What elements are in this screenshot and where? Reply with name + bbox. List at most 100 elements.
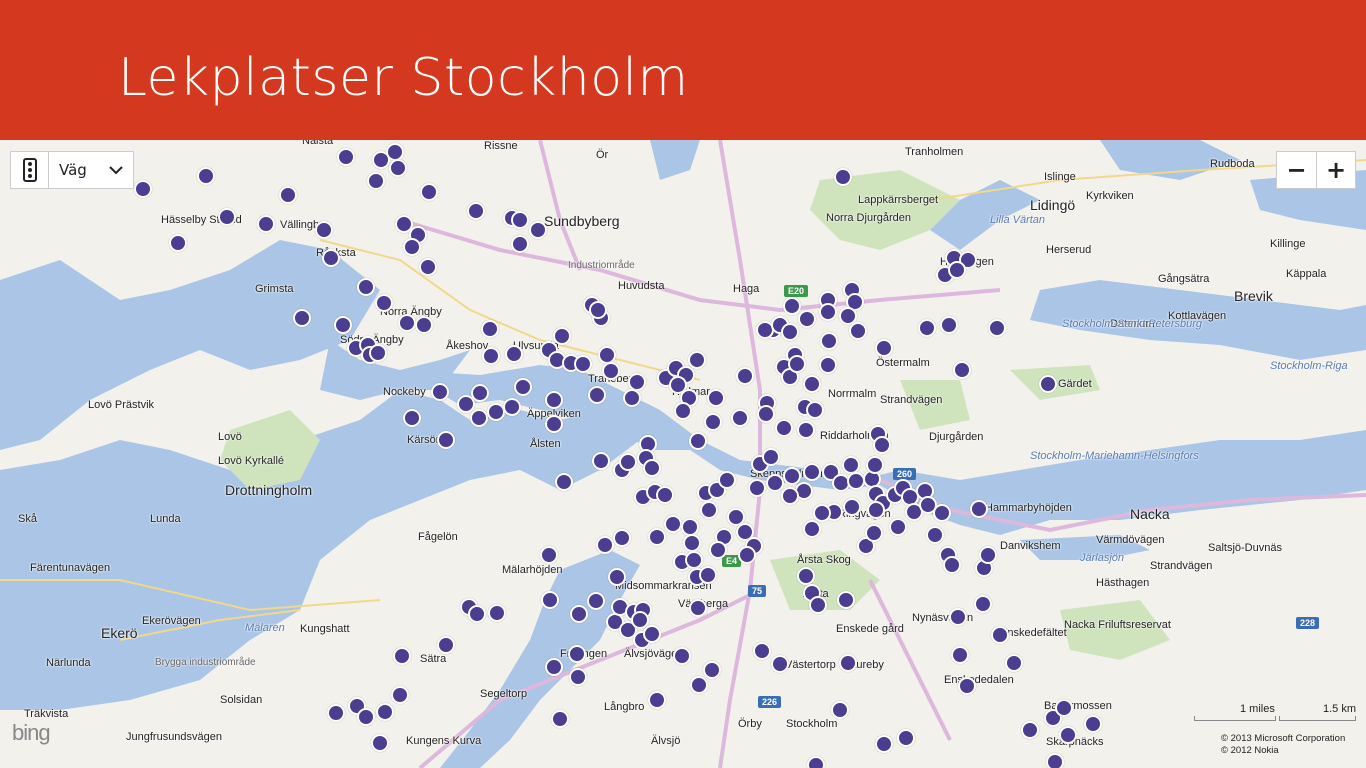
playground-marker[interactable] [551, 710, 569, 728]
playground-marker[interactable] [293, 309, 311, 327]
playground-marker[interactable] [948, 261, 966, 279]
playground-marker[interactable] [369, 344, 387, 362]
playground-marker[interactable] [834, 168, 852, 186]
playground-marker[interactable] [619, 453, 637, 471]
playground-marker[interactable] [415, 316, 433, 334]
playground-marker[interactable] [1059, 726, 1077, 744]
playground-marker[interactable] [420, 183, 438, 201]
playground-marker[interactable] [783, 467, 801, 485]
zoom-out-button[interactable]: − [1277, 152, 1316, 188]
playground-marker[interactable] [813, 504, 831, 522]
playground-marker[interactable] [831, 701, 849, 719]
playground-marker[interactable] [398, 314, 416, 332]
playground-marker[interactable] [393, 647, 411, 665]
playground-marker[interactable] [592, 452, 610, 470]
playground-marker[interactable] [589, 301, 607, 319]
playground-marker[interactable] [1046, 753, 1064, 768]
playground-marker[interactable] [837, 591, 855, 609]
playground-marker[interactable] [656, 486, 674, 504]
playground-marker[interactable] [643, 459, 661, 477]
playground-marker[interactable] [197, 167, 215, 185]
playground-marker[interactable] [357, 708, 375, 726]
playground-marker[interactable] [482, 347, 500, 365]
playground-marker[interactable] [431, 383, 449, 401]
playground-marker[interactable] [970, 500, 988, 518]
playground-marker[interactable] [707, 389, 725, 407]
playground-marker[interactable] [683, 534, 701, 552]
playground-marker[interactable] [703, 661, 721, 679]
playground-marker[interactable] [979, 546, 997, 564]
playground-marker[interactable] [574, 355, 592, 373]
playground-marker[interactable] [570, 605, 588, 623]
playground-marker[interactable] [688, 351, 706, 369]
playground-marker[interactable] [731, 409, 749, 427]
playground-marker[interactable] [788, 355, 806, 373]
playground-marker[interactable] [437, 431, 455, 449]
playground-marker[interactable] [643, 625, 661, 643]
playground-marker[interactable] [257, 215, 275, 233]
playground-marker[interactable] [766, 474, 784, 492]
playground-marker[interactable] [803, 375, 821, 393]
playground-marker[interactable] [709, 541, 727, 559]
playground-marker[interactable] [797, 567, 815, 585]
playground-marker[interactable] [674, 402, 692, 420]
playground-marker[interactable] [419, 258, 437, 276]
playground-marker[interactable] [748, 479, 766, 497]
playground-marker[interactable] [803, 463, 821, 481]
playground-marker[interactable] [820, 332, 838, 350]
playground-marker[interactable] [505, 345, 523, 363]
playground-marker[interactable] [875, 735, 893, 753]
playground-marker[interactable] [315, 221, 333, 239]
map[interactable]: Sundbyberg Lidingö Drottningholm Nacka Ekerö… [0, 140, 1366, 768]
playground-marker[interactable] [279, 186, 297, 204]
playground-marker[interactable] [471, 384, 489, 402]
playground-marker[interactable] [470, 409, 488, 427]
playground-marker[interactable] [866, 456, 884, 474]
playground-marker[interactable] [545, 391, 563, 409]
playground-marker[interactable] [511, 235, 529, 253]
playground-marker[interactable] [807, 756, 825, 768]
playground-marker[interactable] [926, 526, 944, 544]
playground-marker[interactable] [569, 668, 587, 686]
playground-marker[interactable] [918, 319, 936, 337]
playground-marker[interactable] [322, 249, 340, 267]
playground-marker[interactable] [685, 551, 703, 569]
playground-marker[interactable] [809, 596, 827, 614]
playground-marker[interactable] [1055, 699, 1073, 717]
playground-marker[interactable] [849, 322, 867, 340]
playground-marker[interactable] [704, 413, 722, 431]
playground-marker[interactable] [327, 704, 345, 722]
playground-marker[interactable] [806, 401, 824, 419]
playground-marker[interactable] [514, 378, 532, 396]
playground-marker[interactable] [134, 180, 152, 198]
playground-marker[interactable] [337, 148, 355, 166]
playground-marker[interactable] [689, 599, 707, 617]
playground-marker[interactable] [673, 647, 691, 665]
playground-marker[interactable] [819, 303, 837, 321]
playground-marker[interactable] [873, 436, 891, 454]
zoom-in-button[interactable]: + [1316, 152, 1355, 188]
playground-marker[interactable] [819, 356, 837, 374]
navigation-button[interactable] [11, 152, 49, 188]
playground-marker[interactable] [933, 504, 951, 522]
playground-marker[interactable] [958, 677, 976, 695]
playground-marker[interactable] [1084, 715, 1102, 733]
playground-marker[interactable] [988, 319, 1006, 337]
playground-marker[interactable] [602, 362, 620, 380]
playground-marker[interactable] [762, 448, 780, 466]
playground-marker[interactable] [437, 636, 455, 654]
playground-marker[interactable] [529, 221, 547, 239]
playground-marker[interactable] [541, 591, 559, 609]
playground-marker[interactable] [943, 556, 961, 574]
playground-marker[interactable] [991, 626, 1009, 644]
playground-marker[interactable] [875, 339, 893, 357]
playground-marker[interactable] [953, 361, 971, 379]
playground-marker[interactable] [545, 658, 563, 676]
map-style-dropdown[interactable]: Väg [49, 152, 133, 188]
playground-marker[interactable] [781, 487, 799, 505]
playground-marker[interactable] [488, 604, 506, 622]
playground-marker[interactable] [940, 316, 958, 334]
playground-marker[interactable] [949, 608, 967, 626]
playground-marker[interactable] [596, 536, 614, 554]
playground-marker[interactable] [169, 234, 187, 252]
